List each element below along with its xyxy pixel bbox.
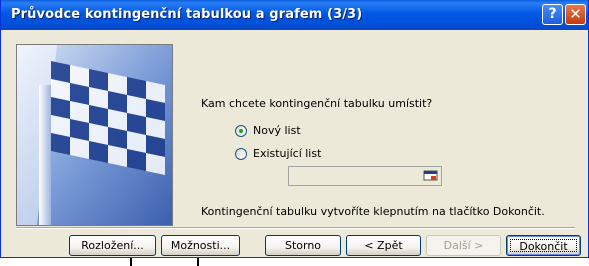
callout-line-layout [130, 258, 132, 266]
layout-button[interactable]: Rozložení... [69, 235, 156, 256]
option-existing-sheet-label: Existující list [253, 147, 322, 160]
options-button[interactable]: Možnosti... [161, 235, 240, 256]
wizard-banner-image [16, 44, 173, 226]
option-new-sheet-label: Nový list [253, 124, 301, 137]
placement-question: Kam chcete kontingenční tabulku umístit? [201, 97, 433, 110]
radio-existing-sheet[interactable] [235, 148, 247, 160]
collapse-dialog-icon[interactable] [423, 169, 439, 183]
next-button[interactable]: Další > [426, 235, 501, 256]
option-existing-sheet[interactable]: Existující list [235, 147, 345, 163]
wizard-dialog: Průvodce kontingenční tabulkou a grafem … [0, 0, 589, 258]
finish-button-label: Dokončit [510, 239, 577, 253]
close-button[interactable]: ✕ [565, 4, 586, 25]
cancel-button[interactable]: Storno [265, 235, 341, 256]
radio-selected-dot [239, 129, 243, 133]
separator [16, 227, 575, 229]
title-bar[interactable]: Průvodce kontingenční tabulkou a grafem … [1, 0, 588, 30]
checkered-flag-icon [17, 45, 172, 225]
window-title: Průvodce kontingenční tabulkou a grafem … [11, 7, 363, 22]
radio-new-sheet[interactable] [235, 125, 247, 137]
help-button[interactable]: ? [542, 4, 563, 25]
finish-button[interactable]: Dokončit [506, 235, 581, 256]
range-input[interactable] [288, 166, 442, 186]
back-button[interactable]: < Zpět [346, 235, 421, 256]
callout-line-options [197, 258, 199, 266]
option-new-sheet[interactable]: Nový list [235, 124, 315, 140]
instruction-text: Kontingenční tabulku vytvoříte klepnutím… [201, 205, 545, 218]
